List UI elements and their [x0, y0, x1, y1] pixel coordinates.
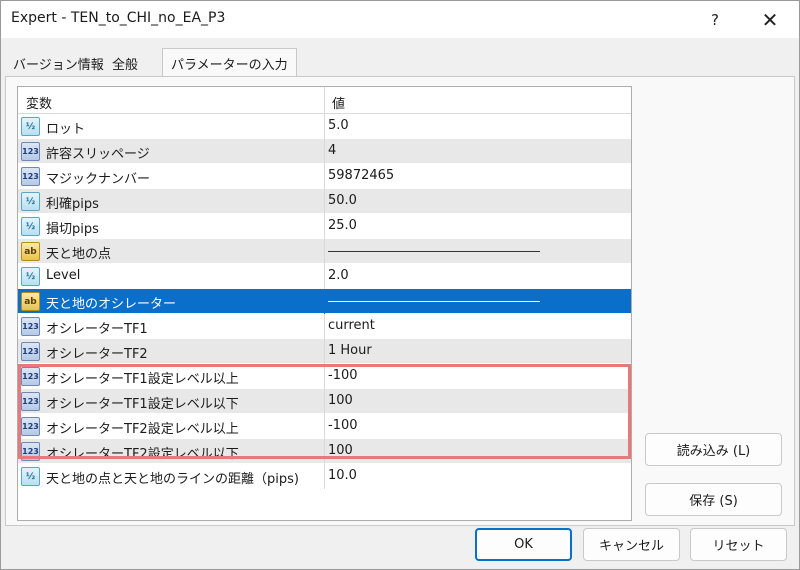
parameter-name: オシレーターTF2設定レベル以下 — [46, 447, 239, 462]
parameter-name: オシレーターTF2設定レベル以上 — [46, 422, 239, 437]
int-icon: 123 — [21, 442, 40, 461]
separator-line-value — [328, 251, 540, 252]
int-icon: 123 — [21, 317, 40, 336]
parameter-value[interactable]: 4 — [328, 143, 336, 158]
string-icon: ab — [21, 292, 40, 311]
int-icon: 123 — [21, 392, 40, 411]
table-row[interactable]: 123 許容スリッページ 4 — [18, 139, 631, 164]
frac-icon: ½ — [21, 467, 40, 486]
parameter-name: 利確pips — [46, 197, 99, 212]
reset-button[interactable]: リセット — [690, 528, 787, 561]
int-icon: 123 — [21, 367, 40, 386]
grid-header: 変数 値 — [18, 87, 631, 114]
column-header-variable[interactable]: 変数 — [26, 93, 52, 112]
parameter-value[interactable]: 5.0 — [328, 118, 349, 133]
frac-icon: ½ — [21, 192, 40, 211]
parameter-value[interactable]: 2.0 — [328, 268, 349, 283]
table-row[interactable]: 123 オシレーターTF1設定レベル以上 -100 — [18, 364, 631, 389]
parameter-value[interactable]: 1 Hour — [328, 343, 372, 358]
table-row[interactable]: ab 天と地の点 — [18, 239, 631, 264]
table-row[interactable]: 123 オシレーターTF2設定レベル以上 -100 — [18, 414, 631, 439]
table-row[interactable]: 123 マジックナンバー 59872465 — [18, 164, 631, 189]
int-icon: 123 — [21, 142, 40, 161]
close-button[interactable]: ✕ — [746, 1, 794, 38]
table-row[interactable]: ab 天と地のオシレーター — [18, 289, 631, 314]
parameter-name: オシレーターTF1設定レベル以下 — [46, 397, 239, 412]
parameter-value[interactable]: 10.0 — [328, 468, 357, 483]
parameter-name: Level — [46, 268, 81, 283]
parameter-value[interactable]: 59872465 — [328, 168, 394, 183]
parameter-value[interactable]: -100 — [328, 418, 358, 433]
help-button[interactable]: ? — [691, 1, 739, 38]
tab-version-info[interactable]: バージョン情報 — [6, 49, 111, 76]
column-header-value[interactable]: 値 — [332, 93, 345, 112]
ok-button[interactable]: OK — [475, 528, 572, 561]
cancel-button[interactable]: キャンセル — [583, 528, 680, 561]
table-row[interactable]: 123 オシレーターTF1 current — [18, 314, 631, 339]
parameter-name: 天と地の点 — [46, 247, 112, 262]
load-button[interactable]: 読み込み (L) — [645, 433, 782, 466]
frac-icon: ½ — [21, 217, 40, 236]
table-row[interactable]: ½ 天と地の点と天と地のラインの距離（pips) 10.0 — [18, 464, 631, 489]
frac-icon: ½ — [21, 117, 40, 136]
parameter-value[interactable]: 100 — [328, 393, 353, 408]
table-row[interactable]: 123 オシレーターTF2 1 Hour — [18, 339, 631, 364]
table-row[interactable]: ½ ロット 5.0 — [18, 114, 631, 139]
title-bar: Expert - TEN_to_CHI_no_EA_P3 ? ✕ — [1, 1, 799, 38]
table-row[interactable]: 123 オシレーターTF1設定レベル以下 100 — [18, 389, 631, 414]
parameter-name: 天と地の点と天と地のラインの距離（pips) — [46, 472, 299, 487]
parameter-name: 許容スリッページ — [46, 147, 150, 162]
tab-general[interactable]: 全般 — [105, 49, 145, 76]
parameter-name: オシレーターTF2 — [46, 347, 148, 362]
save-button[interactable]: 保存 (S) — [645, 483, 782, 516]
int-icon: 123 — [21, 417, 40, 436]
expert-dialog: Expert - TEN_to_CHI_no_EA_P3 ? ✕ バージョン情報… — [0, 0, 800, 570]
table-row[interactable]: ½ Level 2.0 — [18, 264, 631, 289]
string-icon: ab — [21, 242, 40, 261]
table-row[interactable]: 123 オシレーターTF2設定レベル以下 100 — [18, 439, 631, 464]
int-icon: 123 — [21, 342, 40, 361]
tab-parameters[interactable]: パラメーターの入力 — [162, 48, 297, 77]
parameter-grid[interactable]: 変数 値 ½ ロット 5.0 123 許容スリッページ 4 123 マジックナンバー 59872… — [17, 86, 632, 521]
frac-icon: ½ — [21, 267, 40, 286]
tab-strip: バージョン情報 全般 パラメーターの入力 — [1, 48, 800, 77]
parameter-name: マジックナンバー — [46, 172, 151, 187]
parameter-name: 損切pips — [46, 222, 99, 237]
int-icon: 123 — [21, 167, 40, 186]
parameter-name: オシレーターTF1設定レベル以上 — [46, 372, 239, 387]
table-row[interactable]: ½ 利確pips 50.0 — [18, 189, 631, 214]
parameter-value[interactable]: -100 — [328, 368, 358, 383]
separator-line-value — [328, 301, 540, 302]
parameter-name: ロット — [46, 122, 86, 137]
parameter-value[interactable]: 100 — [328, 443, 353, 458]
parameter-value[interactable]: current — [328, 318, 375, 333]
window-title: Expert - TEN_to_CHI_no_EA_P3 — [11, 10, 226, 26]
parameter-name: オシレーターTF1 — [46, 322, 148, 337]
parameter-name: 天と地のオシレーター — [46, 297, 177, 312]
parameter-value[interactable]: 25.0 — [328, 218, 357, 233]
parameter-value[interactable]: 50.0 — [328, 193, 357, 208]
table-row[interactable]: ½ 損切pips 25.0 — [18, 214, 631, 239]
